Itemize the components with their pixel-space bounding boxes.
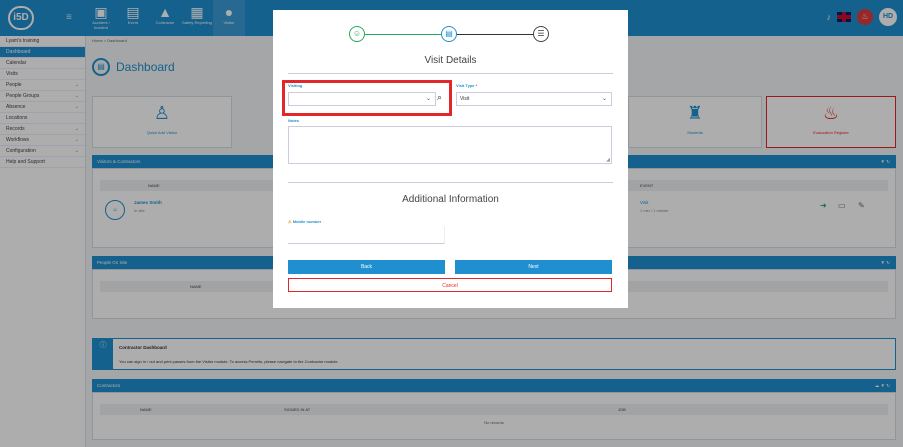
mobile-label: ⚠ Mobile number xyxy=(288,219,321,224)
mobile-label-text: Mobile number xyxy=(292,219,322,224)
notes-label: Notes xyxy=(288,118,300,123)
notes-textarea[interactable]: ◢ xyxy=(288,126,612,164)
visit-details-modal: ☺ ▤ ☰ Visit Details Visiting ⌄ ⌕ Visit T… xyxy=(273,10,628,308)
modal-heading: Visit Details xyxy=(424,55,477,66)
resize-handle-icon[interactable]: ◢ xyxy=(606,157,610,163)
additional-heading: Additional Information xyxy=(402,194,499,205)
required-marker: * xyxy=(475,83,478,88)
divider xyxy=(288,182,613,183)
mobile-number-input[interactable] xyxy=(288,226,445,244)
step-connector xyxy=(457,34,533,35)
visit-type-label: Visit Type * xyxy=(456,83,477,88)
cancel-button[interactable]: Cancel xyxy=(288,278,612,292)
visit-type-value: Visit xyxy=(460,96,470,102)
step-connector xyxy=(365,34,441,35)
step-visitor-icon[interactable]: ☺ xyxy=(349,26,365,42)
visit-type-select[interactable]: Visit ⌄ xyxy=(456,92,612,106)
visiting-field-highlight xyxy=(282,80,452,116)
step-summary-icon[interactable]: ☰ xyxy=(533,26,549,42)
chevron-down-icon: ⌄ xyxy=(601,96,607,102)
back-button[interactable]: Back xyxy=(288,260,445,274)
divider xyxy=(288,73,613,74)
step-visit-details-icon[interactable]: ▤ xyxy=(441,26,457,42)
visit-type-label-text: Visit Type xyxy=(456,83,475,88)
wizard-stepper: ☺ ▤ ☰ xyxy=(349,26,549,42)
warning-icon: ⚠ xyxy=(288,219,292,224)
next-button[interactable]: Next xyxy=(455,260,612,274)
